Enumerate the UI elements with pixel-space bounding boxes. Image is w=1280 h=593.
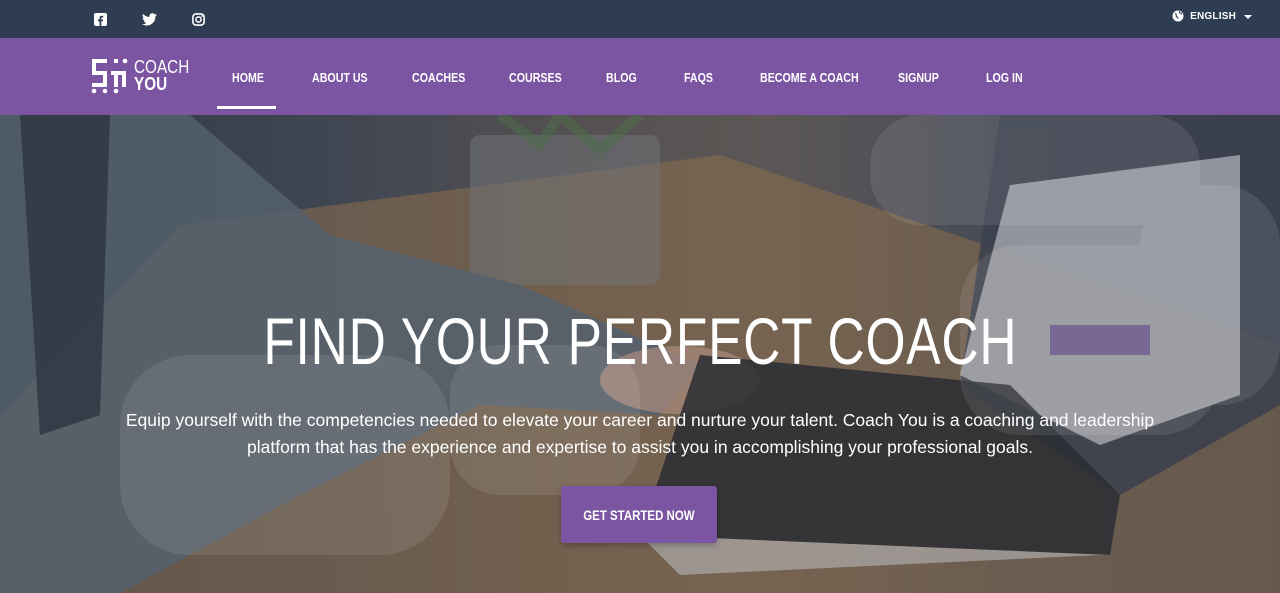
nav-item-about-us[interactable]: ABOUT US [312,70,368,85]
globe-icon [1172,10,1184,22]
facebook-icon[interactable] [94,11,107,27]
logo-mark-icon [91,58,128,94]
nav-item-coaches[interactable]: COACHES [412,70,465,85]
chevron-down-icon [1244,14,1252,19]
language-label: ENGLISH [1190,10,1236,22]
brand-logo[interactable]: COACH YOU [90,57,199,95]
nav-item-home[interactable]: HOME [232,70,264,85]
get-started-button[interactable]: GET STARTED NOW [561,486,717,543]
logo-text-line2: YOU [134,74,168,94]
nav-item-signup[interactable]: SIGNUP [898,70,939,85]
hero-description-line1: Equip yourself with the competencies nee… [125,410,1155,430]
twitter-icon[interactable] [142,11,157,27]
instagram-icon[interactable] [192,11,205,27]
hero-description: Equip yourself with the competencies nee… [80,407,1200,461]
main-navbar: COACH YOU HOME ABOUT US COACHES COURSES … [0,38,1280,115]
nav-item-blog[interactable]: BLOG [606,70,637,85]
top-bar: ENGLISH [0,0,1280,38]
nav-active-indicator [217,106,276,109]
nav-item-become-a-coach[interactable]: BECOME A COACH [760,70,859,85]
nav-item-faqs[interactable]: FAQS [684,70,713,85]
hero-section: FIND YOUR PERFECT COACH Equip yourself w… [0,115,1280,593]
hero-description-line2: platform that has the experience and exp… [247,437,1033,457]
hero-title: FIND YOUR PERFECT COACH [262,304,1017,378]
nav-item-log-in[interactable]: LOG IN [986,70,1023,85]
nav-item-courses[interactable]: COURSES [509,70,562,85]
language-selector[interactable]: ENGLISH [1172,10,1252,22]
